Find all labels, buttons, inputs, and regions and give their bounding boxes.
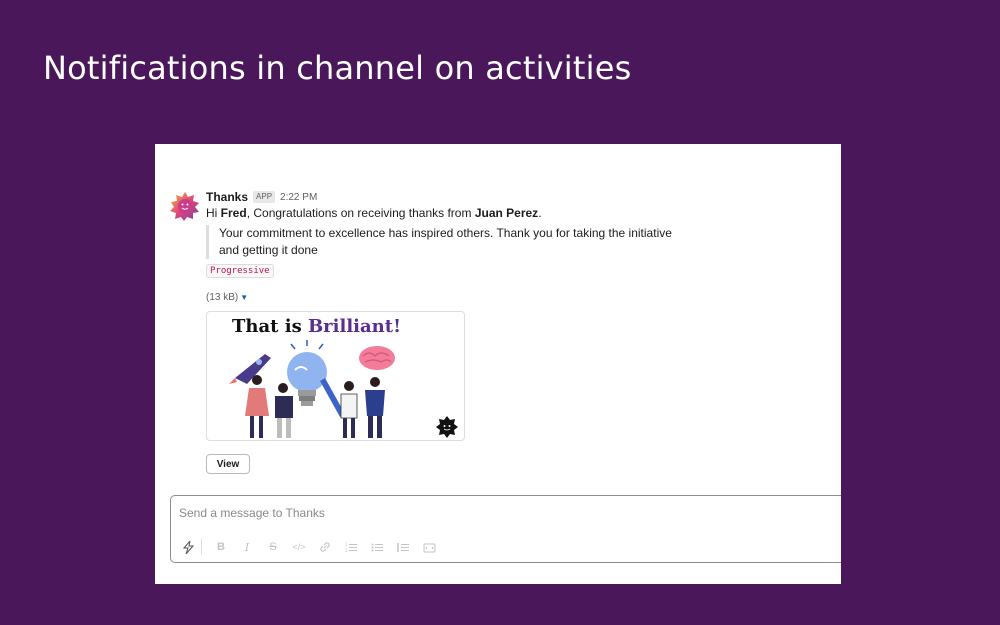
quote-line-2: and getting it done <box>219 243 318 257</box>
bold-icon[interactable]: B <box>208 540 234 554</box>
message-time[interactable]: 2:22 PM <box>280 192 317 203</box>
code-icon[interactable]: </> <box>286 540 312 554</box>
svg-text:2: 2 <box>345 548 348 553</box>
value-tag: Progressive <box>206 264 274 278</box>
message-header: Thanks APP 2:22 PM <box>206 190 317 204</box>
bulleted-list-icon[interactable] <box>364 540 390 554</box>
app-badge: APP <box>253 191 276 203</box>
card-title-part2: Brilliant! <box>307 316 401 337</box>
view-button[interactable]: View <box>206 454 250 474</box>
message-input[interactable]: Send a message to Thanks <box>179 506 325 520</box>
sender-name[interactable]: Thanks <box>206 190 248 204</box>
team-lightbulb-illustration <box>229 340 458 438</box>
person-figure <box>365 377 385 438</box>
giver-name: Juan Perez <box>474 206 539 220</box>
shortcuts-icon[interactable] <box>179 540 197 554</box>
greeting-text: Hi <box>206 206 221 220</box>
ordered-list-icon[interactable]: 12 <box>338 540 364 554</box>
recipient-name: Fred <box>220 206 247 220</box>
file-size-label: (13 kB) <box>206 292 239 303</box>
blockquote-icon[interactable] <box>390 540 416 554</box>
file-size[interactable]: (13 kB) ▼ <box>206 292 248 303</box>
quote-line-1: Your commitment to excellence has inspir… <box>219 226 672 240</box>
link-icon[interactable] <box>312 540 338 554</box>
strikethrough-icon[interactable]: S <box>260 540 286 554</box>
person-figure <box>340 381 358 438</box>
italic-icon[interactable]: I <box>234 540 260 554</box>
slack-window: Thanks APP 2:22 PM Hi Fred, Congratulati… <box>155 144 841 584</box>
thanks-quote: Your commitment to excellence has inspir… <box>206 225 699 259</box>
message-end-text: . <box>538 206 542 220</box>
sun-face-icon <box>170 192 199 221</box>
message-composer[interactable]: Send a message to Thanks B I S </> 12 <box>170 495 841 563</box>
toolbar-divider <box>201 539 202 555</box>
card-title: That is Brilliant! <box>232 316 401 337</box>
svg-text:1: 1 <box>345 542 348 547</box>
sun-face-icon <box>436 416 458 438</box>
image-attachment[interactable]: That is Brilliant! <box>206 311 465 441</box>
slide-title: Notifications in channel on activities <box>43 49 632 87</box>
formatting-toolbar: B I S </> 12 <box>179 539 442 555</box>
code-block-icon[interactable] <box>416 540 442 554</box>
brain-icon <box>359 346 395 370</box>
caret-down-icon[interactable]: ▼ <box>240 293 248 302</box>
card-title-part1: That is <box>232 316 308 337</box>
message-text: Hi Fred, Congratulations on receiving th… <box>206 206 542 220</box>
person-figure <box>245 375 269 438</box>
thanks-app-avatar[interactable] <box>170 191 200 221</box>
message-middle-text: , Congratulations on receiving thanks fr… <box>246 206 475 220</box>
person-figure <box>275 383 293 438</box>
rocket-icon <box>229 354 271 384</box>
